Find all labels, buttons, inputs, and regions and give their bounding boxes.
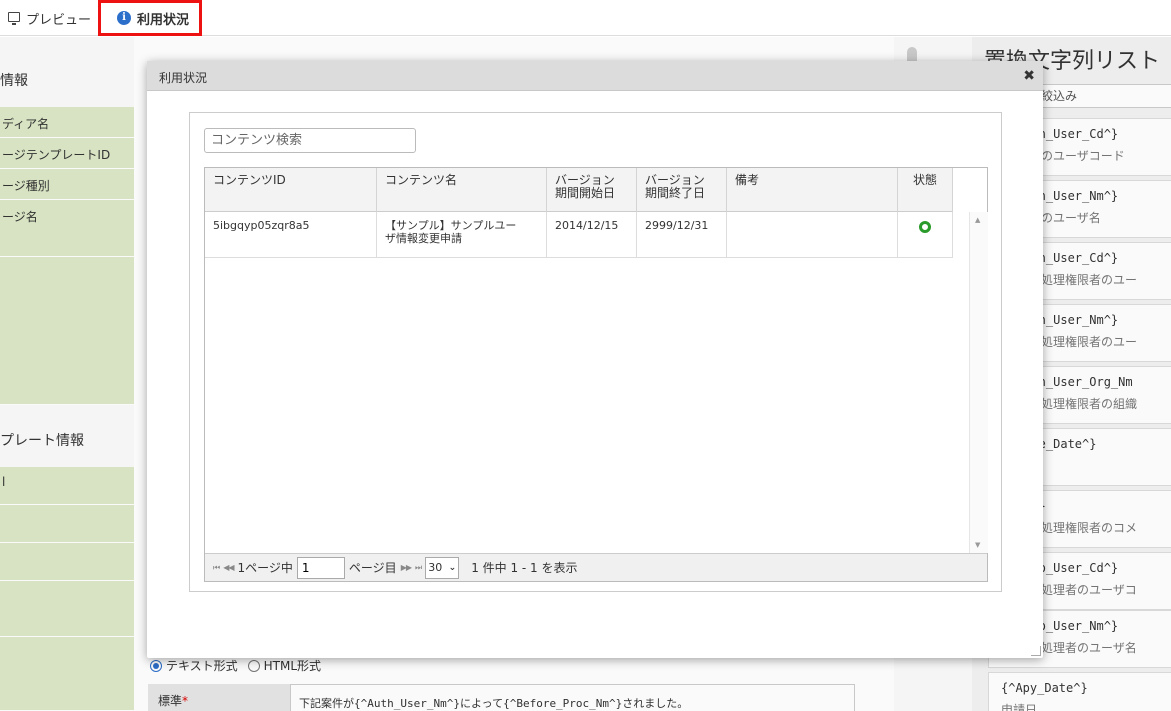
cell-note [727,212,898,257]
scroll-up-icon[interactable]: ▲ [975,216,980,224]
grid-header: コンテンツID コンテンツ名 バージョン 期間開始日 バージョン 期間終了日 備… [205,168,953,212]
column-header-text: コンテンツ名 [385,173,458,187]
resize-handle[interactable] [1031,646,1041,656]
grid-scrollbar[interactable]: ▲ ▼ [969,212,988,553]
page-number-input[interactable] [296,556,345,579]
first-page-icon[interactable]: ⏮ [213,563,220,573]
prev-page-icon[interactable]: ◀◀ [223,563,234,572]
column-header-text: バージョン [555,173,615,187]
cell-content-name-line: ザ情報変更申請 [385,232,462,245]
grid-pager: ⏮ ◀◀ 1ページ中 ページ目 ▶▶ ⏭ 30 ⌄ 1 件中 1 - 1 を表示 [205,553,987,581]
rows-per-page-value: 30 [428,561,443,574]
monitor-icon [8,12,20,25]
cell-version-start: 2014/12/15 [547,212,637,257]
column-header-version-end[interactable]: バージョン 期間終了日 [637,168,727,212]
content-search-input[interactable] [204,128,416,153]
column-header-text: コンテンツID [213,173,286,187]
tab-preview-label: プレビュー [26,12,92,28]
last-page-icon[interactable]: ⏭ [415,563,422,573]
tab-preview[interactable]: プレビュー [8,0,91,36]
next-page-icon[interactable]: ▶▶ [401,563,412,572]
cell-status [898,212,953,257]
cell-content-id: 5ibgqyp05zqr8a5 [205,212,377,257]
column-header-content-name[interactable]: コンテンツ名 [377,168,547,212]
dialog-title: 利用状況 [159,71,208,85]
tab-usage[interactable]: i 利用状況 [98,0,203,36]
cell-content-name: 【サンプル】サンプルユー ザ情報変更申請 [377,212,547,257]
close-icon[interactable]: ✖ [1023,68,1035,84]
tab-usage-label: 利用状況 [137,12,190,28]
scroll-down-icon[interactable]: ▼ [975,541,980,549]
column-header-note[interactable]: 備考 [727,168,898,212]
page-prefix-text: 1ページ中 [237,561,293,575]
top-tab-bar: プレビュー i 利用状況 [0,0,1171,36]
column-header-text: 期間開始日 [555,186,616,200]
column-header-text: 期間終了日 [645,186,706,200]
column-header-version-start[interactable]: バージョン 期間開始日 [547,168,637,212]
content-usage-panel: コンテンツID コンテンツ名 バージョン 期間開始日 バージョン 期間終了日 備… [189,112,1002,592]
cell-content-name-line: 【サンプル】サンプルユー [385,219,517,232]
circle-ok-icon [919,221,931,233]
column-header-text: バージョン [645,173,705,187]
column-header-text: 状態 [912,173,937,187]
column-header-status[interactable]: 状態 [898,168,953,212]
usage-status-dialog: 利用状況 ✖ コンテンツID コンテンツ名 バージョン 期間開始日 バージョン … [147,61,1043,658]
column-header-content-id[interactable]: コンテンツID [205,168,377,212]
table-row[interactable]: 5ibgqyp05zqr8a5 【サンプル】サンプルユー ザ情報変更申請 201… [205,212,953,258]
content-grid: コンテンツID コンテンツ名 バージョン 期間開始日 バージョン 期間終了日 備… [204,167,988,582]
info-icon: i [117,11,131,25]
rows-per-page-select[interactable]: 30 ⌄ [425,556,460,579]
column-header-text: 備考 [735,173,760,187]
cell-version-end: 2999/12/31 [637,212,727,257]
grid-body: 5ibgqyp05zqr8a5 【サンプル】サンプルユー ザ情報変更申請 201… [205,212,953,553]
page-suffix-text: ページ目 [348,561,397,575]
chevron-down-icon: ⌄ [448,562,457,573]
record-summary: 1 件中 1 - 1 を表示 [471,561,578,575]
dialog-header: 利用状況 ✖ [147,61,1043,91]
